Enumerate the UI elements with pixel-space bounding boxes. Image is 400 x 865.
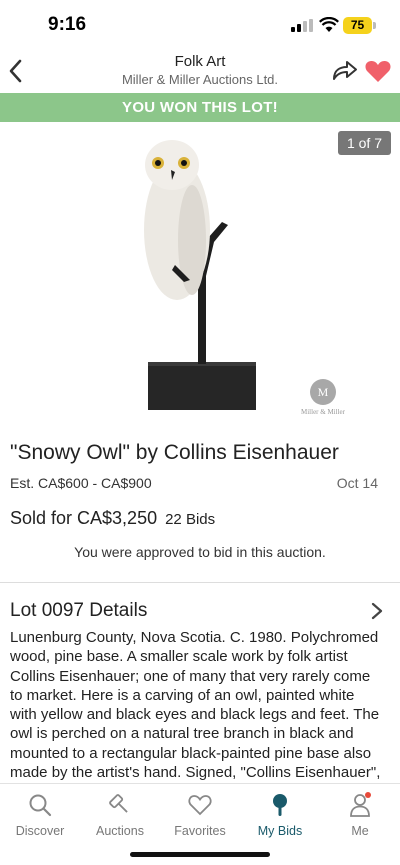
image-counter: 1 of 7 xyxy=(337,131,391,155)
tab-label: Favorites xyxy=(174,824,226,838)
tab-me[interactable]: Me xyxy=(320,792,400,838)
lot-details-title[interactable]: Lot 0097 Details xyxy=(10,600,147,622)
paddle-icon xyxy=(273,794,287,816)
tab-label: Auctions xyxy=(96,824,144,838)
tab-label: Me xyxy=(351,824,369,838)
tab-auctions[interactable]: Auctions xyxy=(80,792,160,838)
gavel-icon xyxy=(109,794,128,813)
person-icon xyxy=(350,792,371,817)
chevron-right-icon[interactable] xyxy=(370,602,384,620)
bid-count[interactable]: 22 Bids xyxy=(165,511,215,528)
share-icon[interactable] xyxy=(331,57,359,83)
lot-date: Oct 14 xyxy=(336,475,378,491)
signal-icon xyxy=(291,19,313,32)
battery-tip xyxy=(373,22,376,29)
tab-my-bids[interactable]: My Bids xyxy=(240,792,320,838)
lot-title: "Snowy Owl" by Collins Eisenhauer xyxy=(10,441,339,464)
favorite-heart-icon[interactable] xyxy=(364,58,392,84)
tab-label: My Bids xyxy=(257,824,303,838)
tab-discover[interactable]: Discover xyxy=(0,792,80,838)
watermark-logo: M Miller & Miller xyxy=(298,379,348,416)
watermark-text: Miller & Miller xyxy=(301,408,345,416)
lot-estimate: Est. CA$600 - CA$900 xyxy=(10,475,152,491)
divider xyxy=(0,582,400,583)
status-time: 9:16 xyxy=(48,14,87,35)
won-lot-banner: YOU WON THIS LOT! xyxy=(0,93,400,122)
lot-details-text: Lunenburg County, Nova Scotia. C. 1980. … xyxy=(10,629,381,788)
approval-message: You were approved to bid in this auction… xyxy=(74,544,326,560)
tab-label: Discover xyxy=(15,824,65,838)
sold-price-text: Sold for CA$3,250 xyxy=(10,508,158,528)
wifi-icon xyxy=(319,17,339,32)
search-icon xyxy=(29,794,52,817)
home-indicator[interactable] xyxy=(130,852,270,857)
owl-carving-image[interactable] xyxy=(120,130,280,410)
lot-image-carousel[interactable]: 1 of 7 M Miller & Miller xyxy=(0,122,400,430)
sold-price: Sold for CA$3,250 22 Bids xyxy=(10,508,215,529)
heart-icon xyxy=(188,795,212,816)
status-bar: 9:16 75 xyxy=(0,0,400,50)
watermark-seal: M xyxy=(310,379,336,405)
tab-favorites[interactable]: Favorites xyxy=(160,792,240,838)
battery-icon: 75 xyxy=(343,17,372,34)
header: Folk Art Miller & Miller Auctions Ltd. xyxy=(0,50,400,93)
